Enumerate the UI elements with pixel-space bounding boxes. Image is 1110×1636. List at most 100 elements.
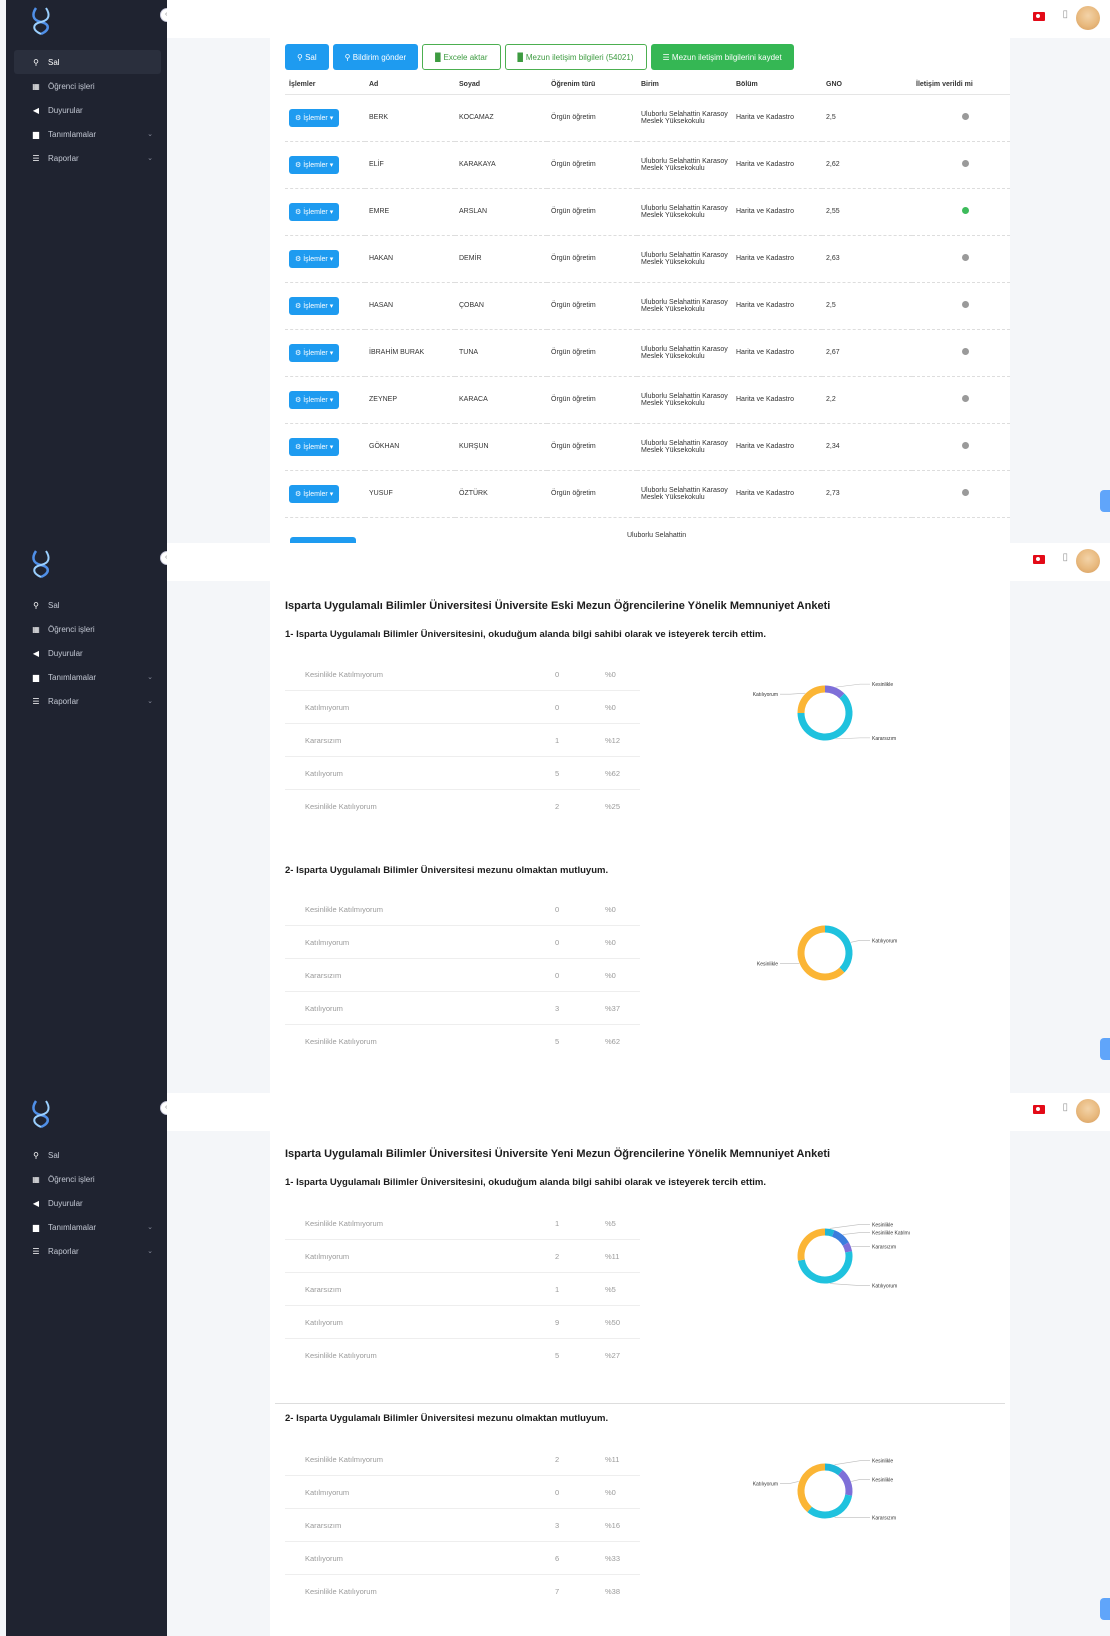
donut-slice <box>797 693 853 741</box>
option-percent: %0 <box>605 669 616 679</box>
language-flag-icon[interactable] <box>1033 1105 1045 1114</box>
sidebar-item-tanimlamalar[interactable]: ▆ Tanımlamalar ⌄ <box>14 665 161 689</box>
option-row: Kesinlikle Katılmıyorum 0 %0 <box>285 893 640 926</box>
cell-birim: Uluborlu Selahattin Karasoy Meslek Yükse… <box>637 282 732 330</box>
option-row: Kararsızım 1 %5 <box>285 1273 640 1306</box>
sidebar-item-sal[interactable]: ⚲ Sal <box>14 1143 161 1167</box>
donut-slice <box>797 685 826 714</box>
donut-label: Kesinlikle Katılmıyorum <box>872 1231 910 1237</box>
sidebar-item-raporlar[interactable]: ☰ Raporlar ⌄ <box>14 1239 161 1263</box>
megaphone-icon: ◀ <box>32 648 40 658</box>
label-leader-line <box>834 1460 870 1465</box>
cell-gno: 2,63 <box>822 235 912 283</box>
operations-cell: ⚙ İşlemler ▾ <box>285 282 365 330</box>
donut-label: Kesinlikle <box>872 682 893 688</box>
save-contact-info-button[interactable]: ☰ Mezun iletişim bilgilerini kaydet <box>650 44 794 70</box>
sidebar-item-sal[interactable]: ⚲ Sal <box>14 50 161 74</box>
operations-button[interactable]: ⚙ İşlemler ▾ <box>289 155 340 174</box>
question-title: 2- Isparta Uygulamalı Bilimler Üniversit… <box>285 865 609 876</box>
operations-cell: ⚙ İşlemler ▾ <box>285 188 365 236</box>
sidebar-item-raporlar[interactable]: ☰ Raporlar ⌄ <box>14 689 161 713</box>
sidebar-item-ogrenci-isleri[interactable]: ▦ Öğrenci işleri <box>14 1167 161 1191</box>
cell-soyad: TUNA <box>455 329 547 377</box>
sidebar-item-duyurular[interactable]: ◀ Duyurular <box>14 641 161 665</box>
operations-button[interactable]: ⚙ İşlemler ▾ <box>289 484 340 503</box>
label-leader-line <box>780 692 806 695</box>
cell-iletisim <box>912 329 1010 377</box>
sidebar-item-tanimlamalar[interactable]: ▆ Tanımlamalar ⌄ <box>14 1215 161 1239</box>
scroll-top-button[interactable] <box>1100 490 1110 512</box>
grid-icon: ▦ <box>32 81 40 91</box>
cell-ogrenim-turu: Örgün öğretim <box>547 188 637 236</box>
chevron-down-icon: ⌄ <box>147 674 153 681</box>
export-excel-button[interactable]: ▉ Excele aktar <box>422 44 501 70</box>
options-card: Kesinlikle Katılmıyorum 0 %0 Katılmıyorum 0%… <box>285 658 640 823</box>
operations-button[interactable]: ⚙ İşlemler ▾ <box>289 249 340 268</box>
cell-iletisim <box>912 470 1010 518</box>
option-count: 5 <box>555 768 560 778</box>
notification-icon[interactable]: ▯ <box>1062 9 1068 20</box>
send-notification-button[interactable]: ⚲ Bildirim gönder <box>332 44 419 70</box>
gear-icon: ⚙ <box>295 396 304 404</box>
cell-gno: 2,34 <box>822 423 912 471</box>
cell-ad: HASAN <box>365 282 455 330</box>
cell-ad: HAKAN <box>365 235 455 283</box>
language-flag-icon[interactable] <box>1033 12 1045 21</box>
sidebar-item-tanimlamalar[interactable]: ▆ Tanımlamalar ⌄ <box>14 122 161 146</box>
operations-cell: ⚙ İşlemler ▾ <box>285 470 365 518</box>
cell-iletisim <box>912 188 1010 236</box>
donut-chart: Kesinlikle Kararsızım Katılıyorum <box>753 682 896 742</box>
avatar[interactable] <box>1076 549 1100 573</box>
avatar[interactable] <box>1076 6 1100 30</box>
operations-button[interactable]: ⚙ İşlemler ▾ <box>289 390 340 409</box>
operations-button[interactable]: ⚙ İşlemler ▾ <box>289 437 340 456</box>
contact-info-button[interactable]: ▉ Mezun iletişim bilgileri (54021) <box>504 44 647 70</box>
option-count: 2 <box>555 1251 560 1261</box>
option-count: 0 <box>555 937 560 947</box>
sidebar-item-ogrenci-isleri[interactable]: ▦ Öğrenci işleri <box>14 617 161 641</box>
options-card: Kesinlikle Katılmıyorum 2 %11 Katılmıyorum 0… <box>285 1443 640 1608</box>
cell-gno: 2,62 <box>822 141 912 189</box>
table-row: ⚙ İşlemler ▾ ZEYNEP KARACA Örgün öğretim Ulu… <box>285 376 1010 424</box>
option-percent: %0 <box>605 970 616 980</box>
scroll-top-button[interactable] <box>1100 1038 1110 1060</box>
table-row: ⚙ İşlemler ▾ GÖKHAN KURŞUN Örgün öğretim Ulu… <box>285 423 1010 471</box>
notification-icon[interactable]: ▯ <box>1062 1102 1068 1113</box>
operations-button[interactable]: ⚙ İşlemler ▾ <box>289 343 340 362</box>
option-percent: %50 <box>605 1317 621 1327</box>
status-dot-icon <box>962 301 969 308</box>
status-dot-icon <box>962 160 969 167</box>
donut-chart: Katılıyorum Kesinlikle <box>757 925 897 981</box>
sidebar-item-sal[interactable]: ⚲ Sal <box>14 593 161 617</box>
option-percent: %0 <box>605 937 616 947</box>
operations-button[interactable]: ⚙ İşlemler ▾ <box>289 296 340 315</box>
operations-cell: ⚙ İşlemler ▾ <box>285 141 365 189</box>
screen-student-list: ⚲ Sal ▦ Öğrenci işleri ◀ Duyurular ▆ Tanımla… <box>0 0 1110 543</box>
donut-label: Kararsızım <box>872 736 896 742</box>
notification-icon[interactable]: ▯ <box>1062 552 1068 563</box>
donut-slice <box>831 1230 849 1246</box>
sidebar: ⚲ Sal ▦ Öğrenci işleri ◀ Duyurular ▆ Tanımla… <box>6 543 167 1093</box>
avatar[interactable] <box>1076 1099 1100 1123</box>
gear-icon: ⚙ <box>295 161 304 169</box>
sidebar-item-ogrenci-isleri[interactable]: ▦ Öğrenci işleri <box>14 74 161 98</box>
screen-survey-old: ⚲ Sal ▦ Öğrenci işleri ◀ Duyurular ▆ Tanımla… <box>0 543 1110 1093</box>
option-percent: %33 <box>605 1553 621 1563</box>
excel-icon: ▉ <box>435 52 444 62</box>
cell-ad: ZEYNEP <box>365 376 455 424</box>
scroll-top-button[interactable] <box>1100 1598 1110 1620</box>
sidebar-item-duyurular[interactable]: ◀ Duyurular <box>14 98 161 122</box>
operations-button[interactable]: ⚙ İşlemler ▾ <box>289 108 340 127</box>
options-card: Kesinlikle Katılmıyorum 1 %5 Katılmıyorum 2%… <box>285 1207 640 1372</box>
cell-ogrenim-turu: Örgün öğretim <box>547 94 637 142</box>
table-row: ⚙ İşlemler ▾ BERK KOCAMAZ Örgün öğretim Ulub… <box>285 94 1010 142</box>
sidebar-item-duyurular[interactable]: ◀ Duyurular <box>14 1191 161 1215</box>
option-count: 3 <box>555 1520 560 1530</box>
operations-button[interactable]: ⚙ İşlemler ▾ <box>289 202 340 221</box>
donut-label: Kesinlikle <box>872 1477 893 1483</box>
column-header: Öğrenim türü <box>547 76 637 95</box>
language-flag-icon[interactable] <box>1033 555 1045 564</box>
sidebar-item-raporlar[interactable]: ☰ Raporlar ⌄ <box>14 146 161 170</box>
sal-button[interactable]: ⚲ Sal <box>285 44 329 70</box>
options-card: Kesinlikle Katılmıyorum 0 %0 Katılmıyorum 0%… <box>285 893 640 1058</box>
